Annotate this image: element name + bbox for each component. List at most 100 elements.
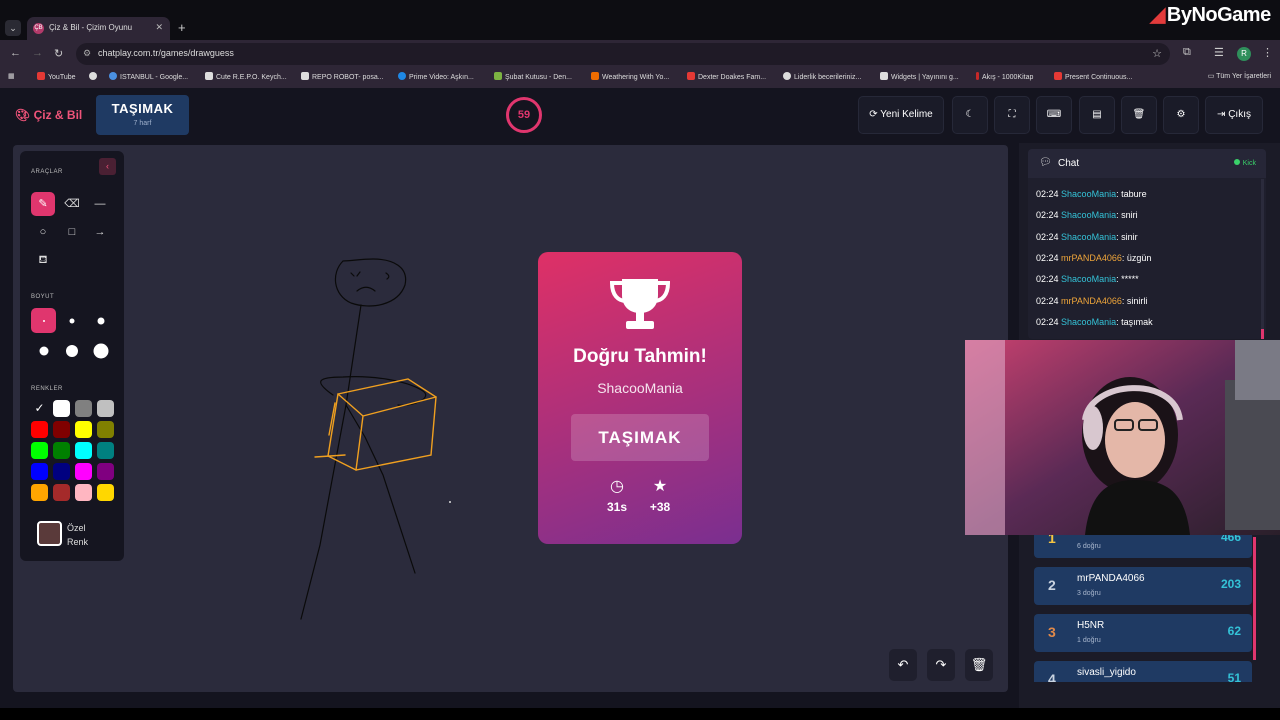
eraser-tool-button[interactable]: ⌫ <box>60 192 84 216</box>
site-info-icon[interactable]: ⚙ <box>83 48 91 59</box>
player-rank: 2 <box>1048 577 1056 593</box>
back-icon[interactable]: ← <box>10 47 21 59</box>
custom-color-swatch[interactable] <box>37 521 62 546</box>
browser-menu-icon[interactable]: ⋮ <box>1262 46 1273 59</box>
color-swatch[interactable] <box>53 463 70 480</box>
line-tool-button[interactable]: — <box>88 192 112 216</box>
color-swatch[interactable] <box>75 421 92 438</box>
tab-close-icon[interactable]: ✕ <box>155 22 163 33</box>
bookmark-item[interactable]: Dexter Doakes Fam... <box>687 72 766 81</box>
circle-tool-button[interactable]: ○ <box>31 220 55 244</box>
redo-button[interactable]: ↷ <box>927 649 955 681</box>
drawing-canvas[interactable]: ARAÇLAR ‹ ✎ ⌫ — ○ □ → ⛾ BOYUT RENKLER ✓ … <box>13 145 1008 692</box>
bookmark-favicon-icon <box>880 72 888 80</box>
exit-button[interactable]: ⇥ Çıkış <box>1205 96 1263 134</box>
forward-icon[interactable]: → <box>32 47 43 59</box>
redo-icon: ↷ <box>935 657 947 672</box>
color-swatch[interactable] <box>31 421 48 438</box>
dark-mode-button[interactable]: ☾ <box>952 96 988 134</box>
browser-tab[interactable]: ÇB Çiz & Bil - Çizim Oyunu ✕ <box>27 17 170 40</box>
stick-figure-body <box>300 304 362 620</box>
address-row: ← → ↻ ⚙ chatplay.com.tr/games/drawguess … <box>0 40 1280 67</box>
keyboard-icon: ⌨ <box>1046 109 1062 120</box>
bookmark-item[interactable]: Şubat Kutusu - Den... <box>494 72 572 81</box>
app-logo[interactable]: 🎨︎ Çiz & Bil <box>15 108 82 122</box>
color-swatch[interactable] <box>97 442 114 459</box>
new-tab-icon[interactable]: + <box>178 20 186 35</box>
fullscreen-button[interactable]: ⛶ <box>994 96 1030 134</box>
extensions-icon[interactable]: ⧉ <box>1183 46 1191 59</box>
color-swatch[interactable] <box>75 463 92 480</box>
keyboard-button[interactable]: ⌨ <box>1036 96 1072 134</box>
leaderboard-entry[interactable]: 2 mrPANDA4066 3 doğru 203 <box>1034 567 1252 605</box>
color-swatch-selected[interactable]: ✓ <box>31 400 48 417</box>
url-field[interactable]: ⚙ chatplay.com.tr/games/drawguess ☆ <box>76 43 1170 65</box>
bookmark-item[interactable]: YouTube <box>37 72 76 81</box>
undo-button[interactable]: ↶ <box>889 649 917 681</box>
size-option-3[interactable] <box>88 308 113 333</box>
color-swatch[interactable] <box>53 421 70 438</box>
archive-button[interactable]: ▤ <box>1079 96 1115 134</box>
reading-list-icon[interactable]: ☰ <box>1214 46 1224 59</box>
player-rank: 3 <box>1048 624 1056 640</box>
bookmark-item[interactable]: ISTANBUL - Google... <box>109 72 188 81</box>
reload-icon[interactable]: ↻ <box>54 47 63 60</box>
leaderboard-entry[interactable]: 3 H5NR 1 doğru 62 <box>1034 614 1252 652</box>
rectangle-tool-button[interactable]: □ <box>60 220 84 244</box>
color-swatch[interactable] <box>97 484 114 501</box>
bookmark-item[interactable]: Widgets | Yayınını g... <box>880 72 959 81</box>
brush-tool-button[interactable]: ✎ <box>31 192 55 216</box>
box-edge <box>337 393 437 471</box>
bottom-border <box>0 708 1280 720</box>
new-word-button[interactable]: ⟳ Yeni Kelime <box>858 96 944 134</box>
size-option-1[interactable] <box>31 308 56 333</box>
bookmark-item[interactable] <box>89 72 100 81</box>
color-swatch[interactable] <box>97 400 114 417</box>
size-option-4[interactable] <box>31 338 56 363</box>
bookmark-item[interactable]: REPO ROBOT- posa... <box>301 72 384 81</box>
delete-button[interactable]: 🗑︎ <box>1121 96 1157 134</box>
size-option-5[interactable] <box>59 338 84 363</box>
color-swatch[interactable] <box>31 484 48 501</box>
arrow-tool-button[interactable]: → <box>88 220 112 244</box>
bookmark-item[interactable]: Akış - 1000Kitap <box>976 72 1033 81</box>
clear-canvas-button[interactable]: 🗑︎ <box>965 649 993 681</box>
expand-icon: ⛶ <box>1008 109 1016 120</box>
color-swatch[interactable] <box>75 400 92 417</box>
all-bookmarks-folder[interactable]: ▭ Tüm Yer İşaretleri <box>1208 72 1271 80</box>
points-stat: ★ +38 <box>635 476 685 514</box>
bookmark-item[interactable]: Liderlik becerileriniz... <box>783 72 861 81</box>
undo-icon: ↶ <box>897 657 909 672</box>
bookmark-star-icon[interactable]: ☆ <box>1152 47 1162 60</box>
size-option-2[interactable] <box>59 308 84 333</box>
color-swatch[interactable] <box>31 442 48 459</box>
color-swatch[interactable] <box>75 442 92 459</box>
settings-button[interactable]: ⚙ <box>1163 96 1199 134</box>
bookmark-item[interactable]: Cute R.E.P.O. Keych... <box>205 72 287 81</box>
color-swatch[interactable] <box>53 442 70 459</box>
size-dot <box>97 317 104 324</box>
leaderboard-entry[interactable]: 4 sivasli_yigido 51 <box>1034 661 1252 682</box>
word-length-hint: 7 harf <box>133 120 152 127</box>
size-option-6[interactable] <box>88 338 113 363</box>
bookmark-item[interactable]: Present Continuous... <box>1054 72 1132 81</box>
tab-list-chevron-icon[interactable]: ⌄ <box>5 20 21 36</box>
color-swatch[interactable] <box>97 463 114 480</box>
color-swatch[interactable] <box>97 421 114 438</box>
profile-avatar[interactable]: R <box>1237 47 1251 61</box>
color-swatch[interactable] <box>31 463 48 480</box>
collapse-tools-button[interactable]: ‹ <box>99 158 116 175</box>
paint-bucket-icon: ⛾ <box>38 254 48 266</box>
color-swatch[interactable] <box>53 400 70 417</box>
fill-tool-button[interactable]: ⛾ <box>31 248 55 272</box>
apps-grid-icon[interactable]: ▦ <box>8 72 15 80</box>
bookmark-favicon-icon <box>783 72 791 80</box>
chevron-left-icon: ‹ <box>106 161 109 171</box>
color-swatch[interactable] <box>75 484 92 501</box>
color-swatch[interactable] <box>53 484 70 501</box>
bookmark-item[interactable]: Weathering With Yo... <box>591 72 669 81</box>
stick-figure-head <box>334 258 407 307</box>
prime-video-icon <box>398 72 406 80</box>
bookmark-item[interactable]: Prime Video: Aşkın... <box>398 72 474 81</box>
leaderboard-scrollbar[interactable] <box>1253 537 1256 660</box>
